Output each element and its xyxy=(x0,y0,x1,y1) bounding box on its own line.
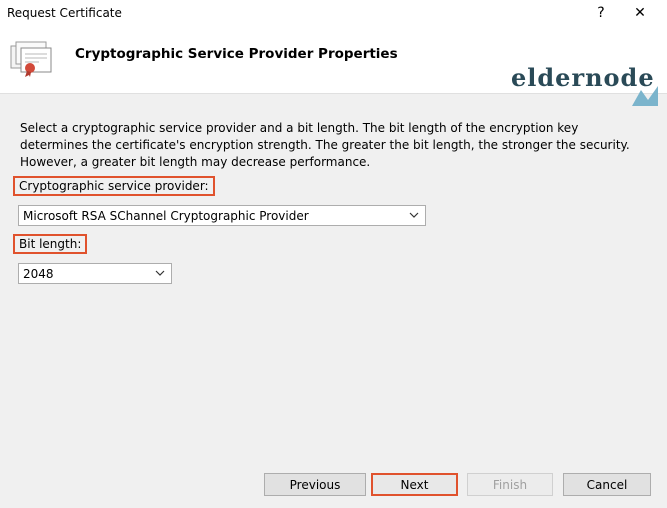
csp-select[interactable]: Microsoft RSA SChannel Cryptographic Pro… xyxy=(18,205,426,226)
next-button[interactable]: Next xyxy=(371,473,458,496)
previous-button[interactable]: Previous xyxy=(264,473,366,496)
help-button[interactable]: ? xyxy=(582,0,620,26)
bit-length-select[interactable]: 2048 xyxy=(18,263,172,284)
chevron-down-icon xyxy=(409,212,419,218)
bit-length-value: 2048 xyxy=(23,267,54,281)
chevron-down-icon xyxy=(155,270,165,276)
certificate-icon xyxy=(10,41,52,77)
brand-logo-icon xyxy=(632,86,658,106)
title-bar: Request Certificate ? ✕ xyxy=(0,0,667,26)
page-title: Cryptographic Service Provider Propertie… xyxy=(75,46,398,62)
bit-length-label: Bit length: xyxy=(13,234,88,254)
finish-button[interactable]: Finish xyxy=(467,473,553,496)
csp-select-value: Microsoft RSA SChannel Cryptographic Pro… xyxy=(23,209,309,223)
description-text: Select a cryptographic service provider … xyxy=(20,121,630,169)
cancel-button[interactable]: Cancel xyxy=(563,473,651,496)
dialog-header: Cryptographic Service Provider Propertie… xyxy=(0,26,667,106)
close-button[interactable]: ✕ xyxy=(621,0,659,26)
window-title: Request Certificate xyxy=(7,6,122,20)
csp-label: Cryptographic service provider: xyxy=(13,176,215,196)
